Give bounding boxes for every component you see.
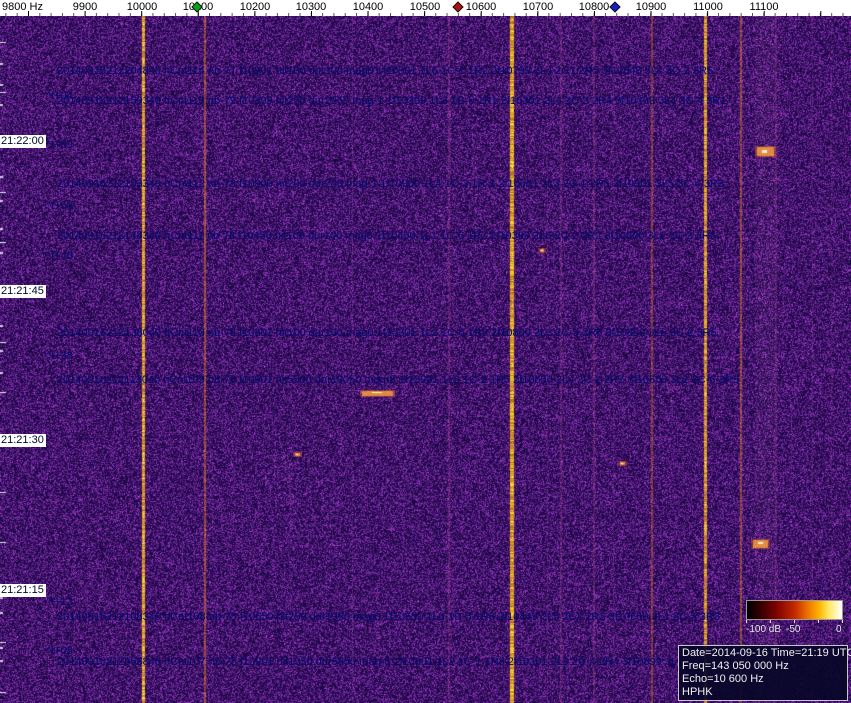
time-offset-marker: ^t+59 bbox=[46, 139, 73, 151]
colorbar-gradient bbox=[746, 600, 843, 620]
info-date-time: Date=2014-09-16 Time=21:19 UTC bbox=[682, 647, 851, 659]
time-label: 21:21:15 bbox=[0, 584, 46, 597]
freq-ticks-major bbox=[0, 11, 851, 16]
time-label: 21:21:45 bbox=[0, 285, 46, 298]
time-offset-marker: ^t+13 bbox=[46, 596, 73, 608]
colorbar-label-min: -100 dB bbox=[746, 624, 782, 635]
db-colorbar: -100 dB -50 0 bbox=[746, 600, 843, 636]
log-entry: 20140916212159340 hCnt113 nb-79 f10399 h… bbox=[57, 95, 727, 107]
time-offset-marker: ^t+53 bbox=[46, 200, 73, 212]
log-entry: 20140916212138040 hCnt110 nb-78 f10301 h… bbox=[57, 327, 717, 339]
log-entry: 20140916212113040 hCnt109 nb-78 f10901 h… bbox=[57, 374, 739, 386]
info-station-id: HPHK bbox=[682, 686, 713, 698]
time-offset-marker: ^t+04 bbox=[46, 90, 73, 102]
colorbar-ticks bbox=[746, 620, 843, 623]
log-entry: 20140916212204840 hCnt114 nb-77 f10901 h… bbox=[57, 65, 714, 77]
info-box: Date=2014-09-16 Time=21:19 UTC Freq=143 … bbox=[678, 645, 851, 701]
colorbar-label-mid: -50 bbox=[786, 624, 801, 635]
info-echo: Echo=10 600 Hz bbox=[682, 673, 764, 685]
frequency-axis: 9800 Hz 9900 10000 10100 10200 10300 104… bbox=[0, 0, 851, 16]
time-offset-marker: ^t+08 bbox=[46, 645, 73, 657]
time-label: 21:21:30 bbox=[0, 434, 46, 447]
info-frequency: Freq=143 050 000 Hz bbox=[682, 660, 789, 672]
meteor-spectrogram-app: 9800 Hz 9900 10000 10100 10200 10300 104… bbox=[0, 0, 851, 703]
time-offset-marker: ^t+38 bbox=[46, 350, 73, 362]
time-offset-marker: ^t+48 bbox=[46, 250, 73, 262]
log-entry: 20140916212148340 hCnt111 nb-78 f10450 h… bbox=[57, 230, 716, 242]
colorbar-label-max: 0 bbox=[836, 624, 842, 635]
spectrogram-canvas bbox=[0, 16, 851, 703]
log-entry: 20140916212058840 hCnt107 nb-78 f10901 h… bbox=[57, 656, 734, 668]
log-entry: 20140916212153340 hCnt112 nb-78 f10900 h… bbox=[57, 178, 725, 190]
log-entry: 20140916212108340 hCnt108 nb-78 f10650 h… bbox=[57, 611, 720, 623]
time-label: 21:22:00 bbox=[0, 135, 46, 148]
